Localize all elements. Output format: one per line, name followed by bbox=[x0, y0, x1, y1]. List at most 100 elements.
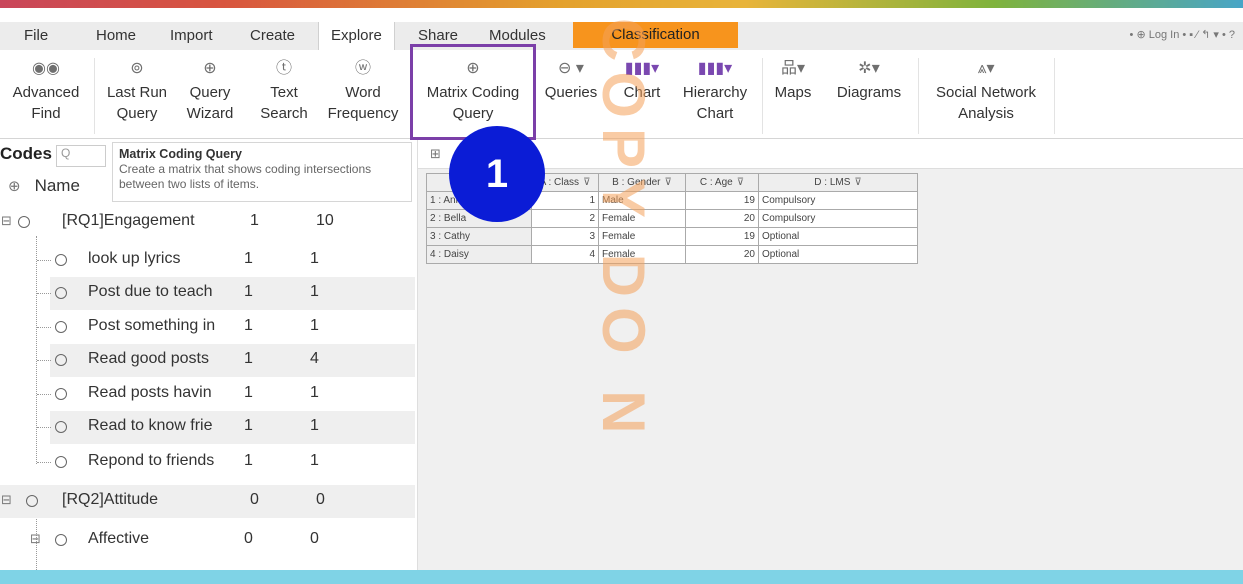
query-wizard-button[interactable]: ⊕ Query Wizard bbox=[180, 56, 240, 124]
tab-share[interactable]: Share bbox=[418, 27, 458, 44]
tab-home[interactable]: Home bbox=[96, 27, 136, 44]
quick-access-toolbar[interactable]: • ⊕ Log In • ▪ ⁄ ↰ ▾ • ? bbox=[1130, 28, 1235, 41]
node-circle-icon bbox=[55, 421, 67, 433]
text-search-icon: ⓣ bbox=[275, 60, 292, 77]
tab-create[interactable]: Create bbox=[250, 27, 295, 44]
tab-explore[interactable]: Explore bbox=[318, 22, 395, 51]
tree-row[interactable]: ⊟ [RQ1]Engagement 1 10 bbox=[0, 206, 417, 239]
tree-row[interactable]: ⊟ [RQ2]Attitude 0 0 bbox=[0, 485, 417, 518]
word-frequency-icon: ⓦ bbox=[354, 60, 371, 77]
table-cell[interactable]: 19 bbox=[685, 191, 759, 210]
table-cell[interactable]: 2 bbox=[531, 209, 599, 228]
step-number-badge: 1 bbox=[449, 126, 545, 222]
matrix-coding-query-highlight bbox=[410, 44, 536, 140]
table-cell[interactable]: 3 bbox=[531, 227, 599, 246]
last-run-query-button[interactable]: ⊚ Last Run Query bbox=[100, 56, 174, 124]
tooltip-body: Create a matrix that shows coding inters… bbox=[119, 162, 372, 191]
query-magnifier-icon: ⊚ bbox=[130, 60, 144, 77]
collapse-icon[interactable]: ⊟ bbox=[1, 492, 12, 508]
social-network-analysis-button[interactable]: ⩓▾ Social Network Analysis bbox=[924, 56, 1048, 124]
table-cell[interactable]: 20 bbox=[685, 209, 759, 228]
tree-row[interactable]: ⊟ Affective 0 0 bbox=[0, 524, 417, 557]
collapse-icon[interactable]: ⊟ bbox=[1, 213, 12, 229]
tree-row[interactable]: Read good posts 1 4 bbox=[0, 344, 417, 377]
column-header[interactable]: D : LMS ⊽ bbox=[758, 173, 918, 192]
advanced-find-button[interactable]: ◉◉ Advanced Find bbox=[6, 56, 86, 124]
tree-row[interactable]: Repond to friends 1 1 bbox=[0, 446, 417, 479]
ribbon: ◉◉ Advanced Find ⊚ Last Run Query ⊕ Quer… bbox=[0, 50, 1243, 139]
table-cell[interactable]: Compulsory bbox=[758, 191, 918, 210]
table-cell[interactable]: Optional bbox=[758, 227, 918, 246]
queries-button[interactable]: ⊖ ▾ Queries bbox=[540, 56, 602, 103]
table-cell[interactable]: 1 bbox=[531, 191, 599, 210]
node-circle-icon bbox=[55, 534, 67, 546]
table-cell[interactable]: Female bbox=[598, 209, 686, 228]
ribbon-divider bbox=[94, 58, 95, 134]
tree-row[interactable]: Read posts havin 1 1 bbox=[0, 378, 417, 411]
detail-pane: ⊞ A : Class ⊽ B : Gender ⊽ C : Age ⊽ D : LM… bbox=[418, 140, 1243, 570]
hierarchy-chart-icon: ▮▮▮▾ bbox=[697, 60, 733, 77]
node-circle-icon bbox=[18, 216, 30, 228]
tooltip-title: Matrix Coding Query bbox=[119, 147, 242, 161]
menu-bar: File Home Import Create Explore Share Mo… bbox=[0, 22, 1243, 51]
name-column-header[interactable]: ⊕ Name bbox=[8, 176, 80, 196]
binoculars-icon: ◉◉ bbox=[32, 60, 60, 77]
table-row[interactable]: 4 : Daisy 4 Female 20 Optional bbox=[426, 245, 918, 264]
grid-view-icon[interactable]: ⊞ bbox=[430, 146, 441, 162]
text-search-button[interactable]: ⓣ Text Search bbox=[256, 56, 312, 124]
maps-button[interactable]: 品▾ Maps bbox=[768, 56, 818, 103]
table-row[interactable]: 3 : Cathy 3 Female 19 Optional bbox=[426, 227, 918, 246]
row-header[interactable]: 4 : Daisy bbox=[426, 245, 532, 264]
table-cell[interactable]: Female bbox=[598, 227, 686, 246]
codes-search-input[interactable]: Q bbox=[56, 145, 106, 167]
hierarchy-chart-button[interactable]: ▮▮▮▾ Hierarchy Chart bbox=[674, 56, 756, 124]
tab-modules[interactable]: Modules bbox=[489, 27, 546, 44]
node-circle-icon bbox=[55, 388, 67, 400]
tree-row[interactable]: Read to know frie 1 1 bbox=[0, 411, 417, 444]
table-cell[interactable]: Female bbox=[598, 245, 686, 264]
table-cell[interactable]: 20 bbox=[685, 245, 759, 264]
tab-import[interactable]: Import bbox=[170, 27, 213, 44]
filter-icon[interactable]: ⊽ bbox=[583, 177, 590, 188]
word-frequency-button[interactable]: ⓦ Word Frequency bbox=[320, 56, 406, 124]
codes-header: Codes bbox=[0, 144, 52, 163]
matrix-coding-query-tooltip: Matrix Coding Query Create a matrix that… bbox=[112, 142, 412, 202]
table-cell[interactable]: Compulsory bbox=[758, 209, 918, 228]
filter-icon[interactable]: ⊽ bbox=[665, 177, 672, 188]
table-cell[interactable]: 4 bbox=[531, 245, 599, 264]
ribbon-divider bbox=[1054, 58, 1055, 134]
diagrams-button[interactable]: ✲▾ Diagrams bbox=[826, 56, 912, 103]
column-header[interactable]: B : Gender ⊽ bbox=[598, 173, 686, 192]
node-circle-icon bbox=[55, 287, 67, 299]
table-cell[interactable]: Male bbox=[598, 191, 686, 210]
node-circle-icon bbox=[55, 254, 67, 266]
diagrams-icon: ✲▾ bbox=[858, 60, 880, 77]
table-cell[interactable]: Optional bbox=[758, 245, 918, 264]
ribbon-divider bbox=[762, 58, 763, 134]
filter-icon[interactable]: ⊽ bbox=[737, 177, 744, 188]
collapse-icon[interactable]: ⊟ bbox=[30, 531, 41, 547]
social-network-icon: ⩓▾ bbox=[977, 60, 995, 77]
table-cell[interactable]: 19 bbox=[685, 227, 759, 246]
add-column-icon[interactable]: ⊕ bbox=[8, 178, 21, 195]
chart-button[interactable]: ▮▮▮▾ Chart bbox=[617, 56, 667, 103]
node-circle-icon bbox=[55, 321, 67, 333]
column-header[interactable]: C : Age ⊽ bbox=[685, 173, 759, 192]
filter-icon[interactable]: ⊽ bbox=[854, 177, 861, 188]
row-header[interactable]: 3 : Cathy bbox=[426, 227, 532, 246]
tree-row[interactable]: look up lyrics 1 1 bbox=[0, 244, 417, 277]
status-bar bbox=[0, 570, 1243, 584]
ribbon-divider bbox=[918, 58, 919, 134]
wizard-magnifier-icon: ⊕ bbox=[203, 60, 217, 77]
tab-file[interactable]: File bbox=[24, 27, 48, 44]
bar-chart-icon: ▮▮▮▾ bbox=[624, 60, 660, 77]
tree-row[interactable]: Post due to teach 1 1 bbox=[0, 277, 417, 310]
top-color-strip bbox=[0, 0, 1243, 8]
node-circle-icon bbox=[26, 495, 38, 507]
queries-dropdown-icon: ⊖ ▾ bbox=[558, 60, 584, 77]
node-circle-icon bbox=[55, 354, 67, 366]
tree-row[interactable]: Post something in 1 1 bbox=[0, 311, 417, 344]
node-circle-icon bbox=[55, 456, 67, 468]
tab-classification[interactable]: Classification bbox=[573, 22, 738, 48]
maps-icon: 品▾ bbox=[780, 60, 806, 77]
